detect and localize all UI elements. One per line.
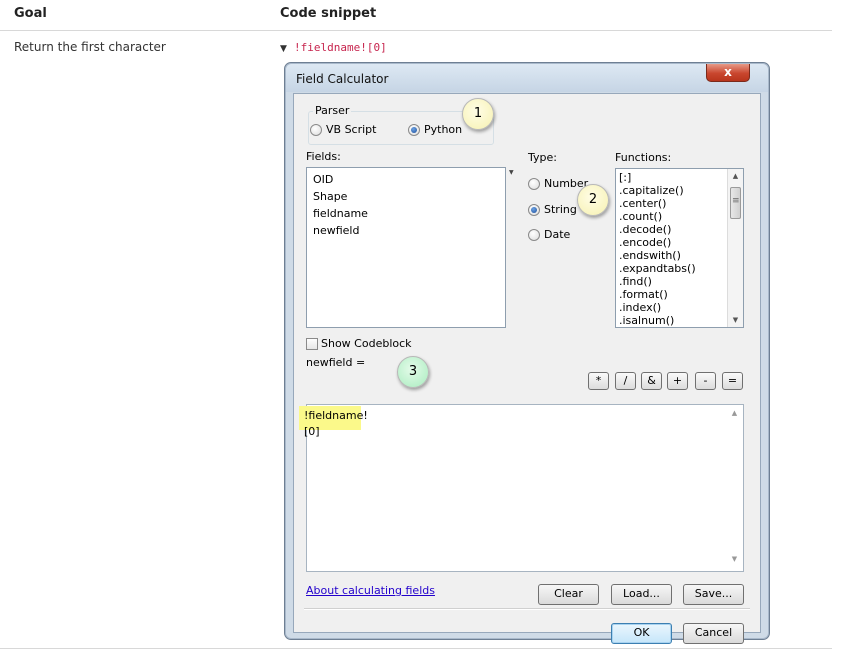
functions-scrollbar[interactable]: ▲ ▼ xyxy=(727,169,743,327)
operator-plus-button[interactable]: + xyxy=(667,372,688,390)
expression-editor[interactable]: !fieldname![0] ▲ ▼ xyxy=(299,404,744,572)
fields-list[interactable]: OID Shape fieldname newfield xyxy=(306,167,506,328)
list-item[interactable]: newfield xyxy=(307,222,505,239)
expression-value[interactable]: !fieldname![0] xyxy=(299,406,368,438)
checkbox-box[interactable] xyxy=(306,337,318,350)
scroll-up-icon[interactable]: ▲ xyxy=(728,169,743,183)
list-item[interactable]: .decode() xyxy=(616,223,743,236)
operator-equals-button[interactable]: = xyxy=(722,372,743,390)
radio-indicator xyxy=(528,177,540,190)
radio-number[interactable]: Number xyxy=(528,177,588,190)
clear-button[interactable]: Clear xyxy=(538,584,599,605)
list-item[interactable]: .encode() xyxy=(616,236,743,249)
radio-python-label: Python xyxy=(424,123,463,136)
list-item[interactable]: fieldname xyxy=(307,205,505,222)
type-label: Type: xyxy=(528,151,557,164)
annotation-badge-3: 3 xyxy=(397,356,429,388)
radio-python[interactable]: Python xyxy=(408,123,462,136)
operator-ampersand-button[interactable]: & xyxy=(641,372,662,390)
field-calculator-dialog: Field Calculator x Parser VB Script Pyth… xyxy=(284,62,770,644)
expression-label: newfield = xyxy=(306,356,366,369)
functions-label: Functions: xyxy=(615,151,672,164)
functions-list[interactable]: [:] .capitalize() .center() .count() .de… xyxy=(615,168,744,328)
triangle-down-icon: ▼ xyxy=(280,44,287,54)
scrollbar-thumb[interactable] xyxy=(730,187,741,219)
header-code-snippet: Code snippet xyxy=(280,6,377,21)
close-button[interactable]: x xyxy=(706,64,750,82)
dialog-client-area: Parser VB Script Python Fields: OID Shap… xyxy=(293,93,761,644)
show-codeblock-label: Show Codeblock xyxy=(321,337,412,350)
radio-date[interactable]: Date xyxy=(528,228,570,241)
dialog-titlebar[interactable]: Field Calculator x xyxy=(286,64,768,92)
cancel-button[interactable]: Cancel xyxy=(683,623,744,644)
about-calculating-fields-link[interactable]: About calculating fields xyxy=(306,584,435,597)
code-snippet-toggle[interactable]: ▼ !fieldname![0] xyxy=(280,40,387,54)
radio-string-label: String xyxy=(544,203,577,216)
parser-label: Parser xyxy=(313,104,352,117)
table-header: Goal Code snippet xyxy=(0,0,832,31)
row-goal-text: Return the first character xyxy=(14,40,166,54)
list-item[interactable]: Shape xyxy=(307,188,505,205)
header-goal: Goal xyxy=(14,6,47,21)
dialog-divider xyxy=(304,608,750,610)
fields-dropdown-arrow-icon[interactable]: ▼ xyxy=(509,169,514,176)
operator-divide-button[interactable]: / xyxy=(615,372,636,390)
list-item[interactable]: [:] xyxy=(616,171,743,184)
dialog-title: Field Calculator xyxy=(296,72,389,86)
scroll-down-icon[interactable]: ▼ xyxy=(728,313,743,327)
list-item[interactable]: .index() xyxy=(616,301,743,314)
code-snippet-text: !fieldname![0] xyxy=(294,41,387,54)
list-item[interactable]: .capitalize() xyxy=(616,184,743,197)
operator-multiply-button[interactable]: * xyxy=(588,372,609,390)
radio-indicator xyxy=(528,228,540,241)
operator-minus-button[interactable]: - xyxy=(695,372,716,390)
fields-label: Fields: xyxy=(306,150,341,163)
close-icon: x xyxy=(724,65,732,79)
radio-indicator xyxy=(310,123,322,136)
radio-date-label: Date xyxy=(544,228,571,241)
list-item[interactable]: .count() xyxy=(616,210,743,223)
annotation-badge-1: 1 xyxy=(462,98,494,130)
show-codeblock-checkbox[interactable]: Show Codeblock xyxy=(306,337,412,350)
radio-string[interactable]: String xyxy=(528,203,577,216)
scroll-down-icon[interactable]: ▼ xyxy=(727,555,742,567)
ok-button[interactable]: OK xyxy=(611,623,672,644)
save-button[interactable]: Save... xyxy=(683,584,744,605)
list-item[interactable]: .find() xyxy=(616,275,743,288)
radio-indicator-selected xyxy=(528,203,540,216)
scroll-up-icon[interactable]: ▲ xyxy=(727,409,742,421)
table-row-divider xyxy=(0,648,832,649)
radio-indicator-selected xyxy=(408,123,420,136)
list-item[interactable]: .center() xyxy=(616,197,743,210)
list-item[interactable]: .format() xyxy=(616,288,743,301)
list-item[interactable]: OID xyxy=(307,171,505,188)
list-item[interactable]: .expandtabs() xyxy=(616,262,743,275)
radio-vbscript-label: VB Script xyxy=(326,123,377,136)
radio-vbscript[interactable]: VB Script xyxy=(310,123,376,136)
list-item[interactable]: .isalnum() xyxy=(616,314,743,327)
expression-scrollbar[interactable]: ▲ ▼ xyxy=(727,405,743,571)
annotation-badge-2: 2 xyxy=(577,184,609,216)
load-button[interactable]: Load... xyxy=(611,584,672,605)
list-item[interactable]: .endswith() xyxy=(616,249,743,262)
